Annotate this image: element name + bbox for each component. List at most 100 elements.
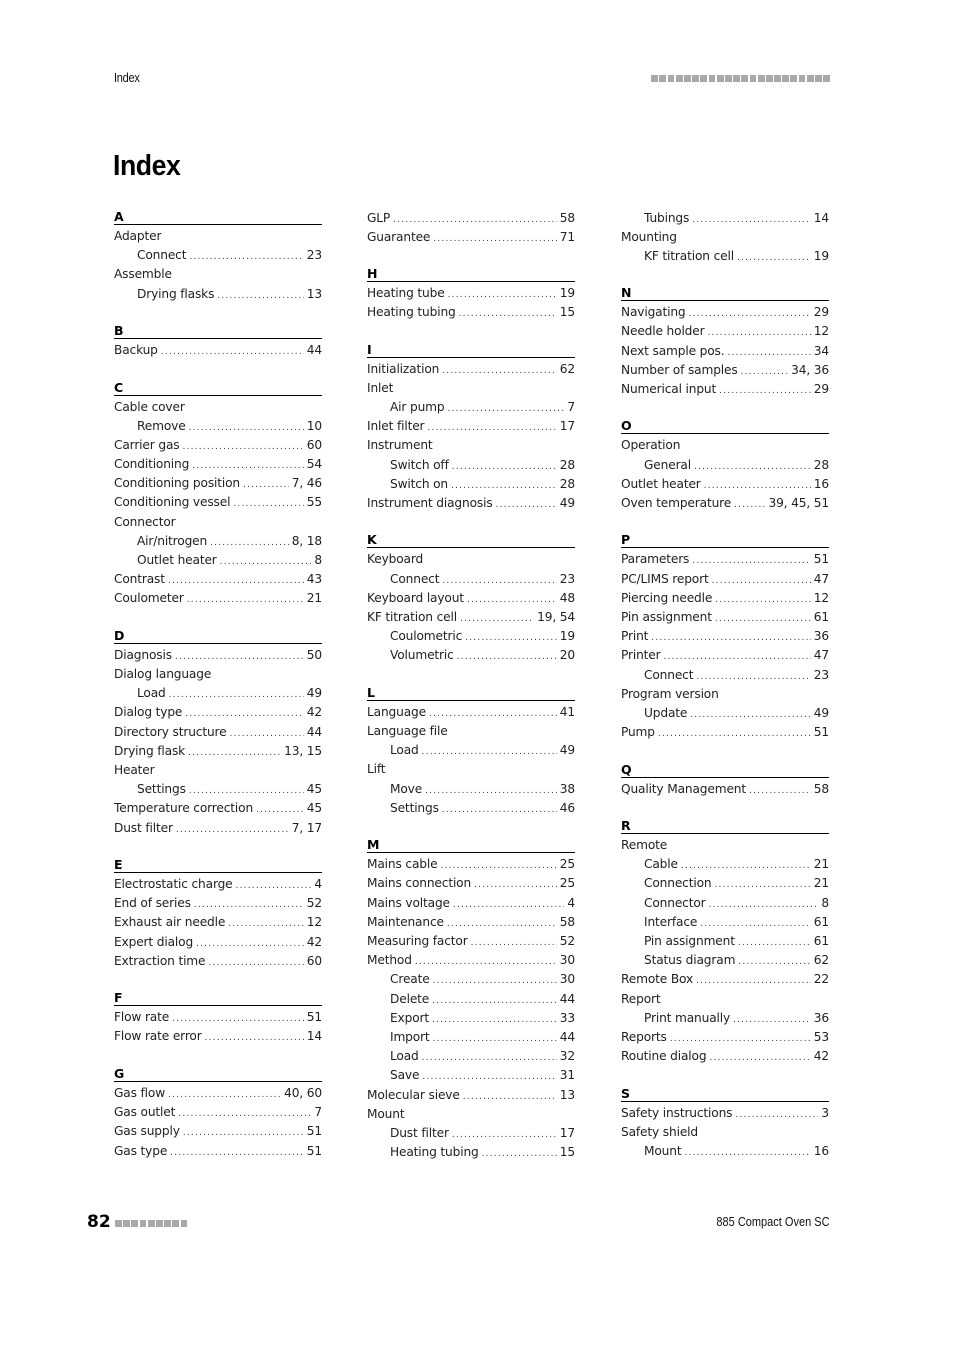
entry-page-reference[interactable]: 30 <box>560 951 575 970</box>
index-entry[interactable]: Contrast 43 <box>114 570 322 589</box>
index-entry[interactable]: Flow rate 51 <box>114 1008 322 1027</box>
entry-page-reference[interactable]: 33 <box>560 1009 575 1028</box>
index-entry[interactable]: Oven temperature 39, 45, 51 <box>621 494 829 513</box>
entry-page-reference[interactable]: 52 <box>560 932 575 951</box>
index-subentry[interactable]: Heating tubing 15 <box>367 1143 575 1162</box>
entry-page-reference[interactable]: 71 <box>560 228 575 247</box>
entry-page-reference[interactable]: 21 <box>814 855 829 874</box>
entry-page-reference[interactable]: 3 <box>821 1104 829 1123</box>
index-subentry[interactable]: Create 30 <box>367 970 575 989</box>
index-entry[interactable]: Gas type 51 <box>114 1142 322 1161</box>
entry-page-reference[interactable]: 16 <box>814 475 829 494</box>
index-subentry[interactable]: Load 49 <box>114 684 322 703</box>
entry-page-reference[interactable]: 8, 18 <box>292 532 322 551</box>
entry-page-reference[interactable]: 45 <box>307 799 322 818</box>
index-entry[interactable]: Coulometer 21 <box>114 589 322 608</box>
index-subentry[interactable]: Pin assignment 61 <box>621 932 829 951</box>
index-entry[interactable]: Remote Box 22 <box>621 970 829 989</box>
entry-page-reference[interactable]: 10 <box>307 417 322 436</box>
index-entry[interactable]: Flow rate error 14 <box>114 1027 322 1046</box>
entry-page-reference[interactable]: 49 <box>814 704 829 723</box>
entry-page-reference[interactable]: 52 <box>307 894 322 913</box>
index-entry[interactable]: Directory structure 44 <box>114 723 322 742</box>
index-entry[interactable]: Next sample pos. 34 <box>621 342 829 361</box>
entry-page-reference[interactable]: 61 <box>814 913 829 932</box>
index-entry[interactable]: Mains connection 25 <box>367 874 575 893</box>
entry-page-reference[interactable]: 7, 46 <box>292 474 322 493</box>
entry-page-reference[interactable]: 44 <box>307 341 322 360</box>
entry-page-reference[interactable]: 60 <box>307 952 322 971</box>
entry-page-reference[interactable]: 49 <box>560 494 575 513</box>
index-entry[interactable]: Gas supply 51 <box>114 1122 322 1141</box>
entry-page-reference[interactable]: 36 <box>814 627 829 646</box>
entry-page-reference[interactable]: 8 <box>314 551 322 570</box>
index-entry[interactable]: Expert dialog 42 <box>114 933 322 952</box>
index-subentry[interactable]: Print manually 36 <box>621 1009 829 1028</box>
index-entry[interactable]: Needle holder 12 <box>621 322 829 341</box>
index-entry[interactable]: Mains cable 25 <box>367 855 575 874</box>
entry-page-reference[interactable]: 44 <box>307 723 322 742</box>
entry-page-reference[interactable]: 49 <box>307 684 322 703</box>
entry-page-reference[interactable]: 42 <box>307 703 322 722</box>
entry-page-reference[interactable]: 36 <box>814 1009 829 1028</box>
index-entry[interactable]: Language 41 <box>367 703 575 722</box>
entry-page-reference[interactable]: 51 <box>307 1122 322 1141</box>
entry-page-reference[interactable]: 44 <box>560 990 575 1009</box>
index-subentry[interactable]: Connect 23 <box>367 570 575 589</box>
index-subentry[interactable]: Move 38 <box>367 780 575 799</box>
index-entry[interactable]: Measuring factor 52 <box>367 932 575 951</box>
entry-page-reference[interactable]: 19 <box>814 247 829 266</box>
index-entry[interactable]: Dust filter 7, 17 <box>114 819 322 838</box>
entry-page-reference[interactable]: 13, 15 <box>284 742 322 761</box>
index-entry[interactable]: Conditioning position 7, 46 <box>114 474 322 493</box>
entry-page-reference[interactable]: 13 <box>560 1086 575 1105</box>
entry-page-reference[interactable]: 28 <box>814 456 829 475</box>
entry-page-reference[interactable]: 12 <box>307 913 322 932</box>
index-entry[interactable]: Gas outlet 7 <box>114 1103 322 1122</box>
index-entry[interactable]: Routine dialog 42 <box>621 1047 829 1066</box>
entry-page-reference[interactable]: 29 <box>814 380 829 399</box>
index-entry[interactable]: Guarantee 71 <box>367 228 575 247</box>
entry-page-reference[interactable]: 48 <box>560 589 575 608</box>
index-entry[interactable]: Pin assignment 61 <box>621 608 829 627</box>
index-subentry[interactable]: Status diagram 62 <box>621 951 829 970</box>
entry-page-reference[interactable]: 61 <box>814 932 829 951</box>
entry-page-reference[interactable]: 58 <box>560 209 575 228</box>
index-subentry[interactable]: Settings 46 <box>367 799 575 818</box>
index-entry[interactable]: Maintenance 58 <box>367 913 575 932</box>
entry-page-reference[interactable]: 15 <box>560 303 575 322</box>
index-entry[interactable]: Initialization 62 <box>367 360 575 379</box>
index-entry[interactable]: Diagnosis 50 <box>114 646 322 665</box>
entry-page-reference[interactable]: 62 <box>560 360 575 379</box>
index-subentry[interactable]: Switch on 28 <box>367 475 575 494</box>
index-entry[interactable]: Electrostatic charge 4 <box>114 875 322 894</box>
index-subentry[interactable]: Update 49 <box>621 704 829 723</box>
entry-page-reference[interactable]: 34 <box>814 342 829 361</box>
entry-page-reference[interactable]: 45 <box>307 780 322 799</box>
entry-page-reference[interactable]: 51 <box>814 723 829 742</box>
index-entry[interactable]: Heating tubing 15 <box>367 303 575 322</box>
entry-page-reference[interactable]: 51 <box>814 550 829 569</box>
entry-page-reference[interactable]: 41 <box>560 703 575 722</box>
entry-page-reference[interactable]: 62 <box>814 951 829 970</box>
entry-page-reference[interactable]: 23 <box>814 666 829 685</box>
entry-page-reference[interactable]: 38 <box>560 780 575 799</box>
index-entry[interactable]: Outlet heater 16 <box>621 475 829 494</box>
index-subentry[interactable]: Connector 8 <box>621 894 829 913</box>
index-entry[interactable]: KF titration cell 19, 54 <box>367 608 575 627</box>
entry-page-reference[interactable]: 40, 60 <box>284 1084 322 1103</box>
index-subentry[interactable]: Load 32 <box>367 1047 575 1066</box>
entry-page-reference[interactable]: 25 <box>560 874 575 893</box>
entry-page-reference[interactable]: 58 <box>560 913 575 932</box>
entry-page-reference[interactable]: 25 <box>560 855 575 874</box>
entry-page-reference[interactable]: 7, 17 <box>292 819 322 838</box>
index-entry[interactable]: Parameters 51 <box>621 550 829 569</box>
index-entry[interactable]: Piercing needle 12 <box>621 589 829 608</box>
index-entry[interactable]: Navigating 29 <box>621 303 829 322</box>
entry-page-reference[interactable]: 14 <box>814 209 829 228</box>
index-entry[interactable]: Dialog type 42 <box>114 703 322 722</box>
index-subentry[interactable]: General 28 <box>621 456 829 475</box>
entry-page-reference[interactable]: 30 <box>560 970 575 989</box>
entry-page-reference[interactable]: 4 <box>314 875 322 894</box>
index-subentry[interactable]: Remove 10 <box>114 417 322 436</box>
